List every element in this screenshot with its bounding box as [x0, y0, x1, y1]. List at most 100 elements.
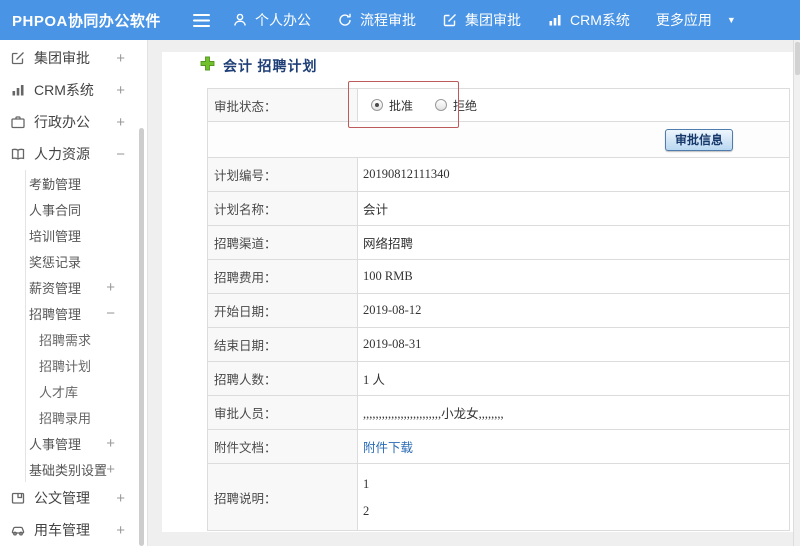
sidebar-item-label: 奖惩记录 [29, 254, 82, 270]
nav-more-apps[interactable]: 更多应用 ▼ [656, 10, 736, 30]
approve-info-button[interactable]: 审批信息 [664, 128, 733, 151]
table-row: 审批状态： 批准 拒绝 [207, 88, 790, 122]
sidebar-item-hr-contract[interactable]: 人事合同 [26, 196, 147, 222]
sidebar-item-label: 人事合同 [29, 202, 82, 218]
sidebar-item-label: 培训管理 [29, 228, 82, 244]
sidebar-item-base-category[interactable]: 基础类别设置 + [26, 456, 147, 482]
table-row: 审批信息 [207, 121, 790, 158]
bar-chart-icon [10, 82, 27, 99]
attachment-download-link[interactable]: 附件下载 [363, 441, 413, 455]
topbar: PHPOA协同办公软件 个人办公 流程审批 集团审批 CRM系统 更多应用 ▼ [0, 0, 800, 40]
sidebar-item-document-mgmt[interactable]: 公文管理 + [0, 482, 147, 514]
page-scrollbar-thumb[interactable] [795, 42, 800, 75]
sidebar-item-salary[interactable]: 薪资管理 + [26, 274, 147, 300]
sidebar-item-recruit-hire[interactable]: 招聘录用 [26, 404, 147, 430]
sidebar-item-crm-system[interactable]: CRM系统 + [0, 74, 147, 106]
sidebar-item-attendance[interactable]: 考勤管理 [26, 170, 147, 196]
nav-label: 流程审批 [360, 12, 416, 28]
field-value: 网络招聘 [357, 225, 790, 260]
expand-toggle[interactable]: + [116, 50, 125, 67]
hamburger-menu-icon[interactable] [188, 7, 214, 33]
radio-reject-label[interactable]: 拒绝 [453, 97, 477, 114]
table-row: 招聘人数： 1 人 [207, 361, 790, 396]
field-value: 2019-08-31 [357, 327, 790, 362]
field-label: 招聘人数： [207, 361, 358, 396]
sidebar-item-vehicle-mgmt[interactable]: 用车管理 + [0, 514, 147, 546]
table-row: 计划编号： 20190812111340 [207, 157, 790, 192]
caret-down-icon: ▼ [726, 15, 736, 25]
field-label: 招聘费用： [207, 259, 358, 294]
sidebar-item-label: 公文管理 [34, 490, 90, 506]
sidebar-item-label: 薪资管理 [29, 280, 82, 296]
sidebar-item-label: 人力资源 [34, 146, 90, 162]
nav-label: 个人办公 [255, 12, 311, 28]
radio-approve-label[interactable]: 批准 [389, 97, 413, 114]
top-nav: 个人办公 流程审批 集团审批 CRM系统 更多应用 ▼ [232, 10, 736, 30]
sidebar-item-recruit-demand[interactable]: 招聘需求 [26, 326, 147, 352]
sidebar-item-training[interactable]: 培训管理 [26, 222, 147, 248]
sidebar-item-label: 用车管理 [34, 522, 90, 538]
nav-process-approval[interactable]: 流程审批 [337, 10, 416, 30]
table-row: 附件文档： 附件下载 [207, 429, 790, 464]
document-icon [10, 490, 27, 507]
sidebar-item-talent-pool[interactable]: 人才库 [26, 378, 147, 404]
expand-toggle[interactable]: + [106, 435, 115, 452]
table-row: 审批人员： ,,,,,,,,,,,,,,,,,,,,,,,,,小龙女,,,,,,… [207, 395, 790, 430]
user-icon [232, 12, 248, 28]
expand-toggle[interactable]: + [106, 461, 115, 478]
bar-chart-icon [547, 12, 563, 28]
book-icon [10, 146, 27, 163]
field-label: 计划名称： [207, 191, 358, 226]
sidebar-item-label: 招聘需求 [39, 332, 92, 348]
recruitment-submenu: 招聘需求 招聘计划 人才库 招聘录用 [26, 326, 147, 430]
compose-icon [442, 12, 458, 28]
nav-group-approval[interactable]: 集团审批 [442, 10, 521, 30]
sidebar-item-recruit-plan[interactable]: 招聘计划 [26, 352, 147, 378]
nav-crm-system[interactable]: CRM系统 [547, 10, 630, 30]
table-row: 招聘说明： 1 2 [207, 463, 790, 531]
field-value: 1 人 [357, 361, 790, 396]
sidebar-item-admin-office[interactable]: 行政办公 + [0, 106, 147, 138]
radio-reject[interactable] [435, 99, 448, 111]
page-title: 会计 招聘计划 [223, 60, 318, 75]
sidebar-item-rewards[interactable]: 奖惩记录 [26, 248, 147, 274]
recruit-plan-table: 审批状态： 批准 拒绝 审批信息 计划编号： 20190812111340 计划… [207, 88, 790, 531]
expand-toggle[interactable]: + [116, 114, 125, 131]
expand-toggle[interactable]: + [116, 82, 125, 99]
collapse-toggle[interactable]: − [116, 146, 125, 163]
field-label: 审批人员： [207, 395, 358, 430]
nav-label: 更多应用 [655, 12, 712, 28]
field-label: 招聘说明： [207, 463, 358, 531]
expand-toggle[interactable]: + [116, 490, 125, 507]
sidebar-item-label: 招聘录用 [39, 410, 92, 426]
sidebar-item-label: 基础类别设置 [29, 462, 108, 478]
sidebar-item-label: 人事管理 [29, 436, 82, 452]
table-row: 计划名称： 会计 [207, 191, 790, 226]
page-scrollbar[interactable] [793, 40, 800, 546]
sidebar-item-recruitment[interactable]: 招聘管理 − [26, 300, 147, 326]
expand-toggle[interactable]: + [106, 279, 115, 296]
sidebar-item-label: CRM系统 [34, 82, 94, 98]
nav-label: CRM系统 [570, 12, 630, 28]
briefcase-icon [10, 114, 27, 131]
sidebar-scrollbar[interactable] [139, 128, 144, 546]
table-row: 开始日期： 2019-08-12 [207, 293, 790, 328]
app-logo[interactable]: PHPOA协同办公软件 [0, 10, 188, 31]
sidebar-item-personnel[interactable]: 人事管理 + [26, 430, 147, 456]
field-value: ,,,,,,,,,,,,,,,,,,,,,,,,,小龙女,,,,,,,, [357, 395, 790, 430]
collapse-toggle[interactable]: − [106, 305, 115, 322]
field-label: 审批状态： [207, 88, 358, 122]
sidebar-item-label: 集团审批 [34, 50, 90, 66]
field-label: 开始日期： [207, 293, 358, 328]
nav-personal-office[interactable]: 个人办公 [232, 10, 311, 30]
sidebar-item-group-approval[interactable]: 集团审批 + [0, 42, 147, 74]
nav-label: 集团审批 [465, 12, 521, 28]
expand-toggle[interactable]: + [116, 522, 125, 539]
sidebar-item-human-resources[interactable]: 人力资源 − [0, 138, 147, 170]
sidebar-item-label: 招聘计划 [39, 358, 92, 374]
description-line: 2 [363, 503, 370, 518]
content-panel: 会计 招聘计划 审批状态： 批准 拒绝 审批信息 计划编号： 201908121… [162, 52, 793, 532]
radio-approve[interactable] [371, 99, 383, 111]
field-label: 计划编号： [207, 157, 358, 192]
sidebar-item-label: 人才库 [39, 384, 79, 400]
